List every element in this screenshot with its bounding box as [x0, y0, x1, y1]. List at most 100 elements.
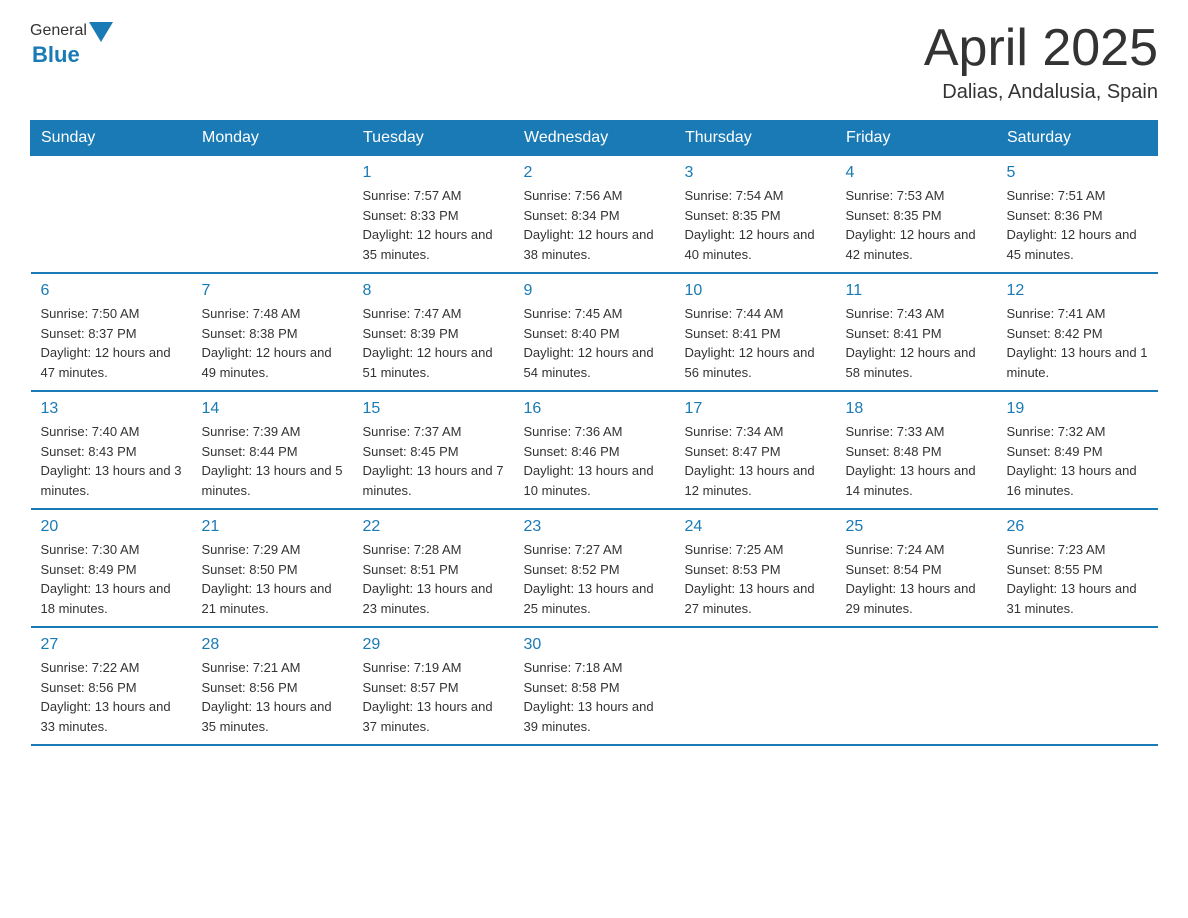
day-number: 4 [846, 164, 987, 182]
weekday-sunday: Sunday [31, 121, 192, 156]
calendar-cell: 29Sunrise: 7:19 AMSunset: 8:57 PMDayligh… [353, 627, 514, 745]
calendar-cell: 11 Sunrise: 7:43 AMSunset: 8:41 PMDayligh… [836, 273, 997, 391]
calendar-cell: 15 Sunrise: 7:37 AMSunset: 8:45 PMDayligh… [353, 391, 514, 509]
calendar-cell: 16 Sunrise: 7:36 AMSunset: 8:46 PMDayligh… [514, 391, 675, 509]
weekday-monday: Monday [192, 121, 353, 156]
day-info: Sunrise: 7:22 AMSunset: 8:56 PMDaylight:… [41, 658, 182, 736]
calendar-cell: 18Sunrise: 7:33 AMSunset: 8:48 PMDayligh… [836, 391, 997, 509]
calendar-week-row: 13 Sunrise: 7:40 AMSunset: 8:43 PMDayligh… [31, 391, 1158, 509]
calendar-cell: 14 Sunrise: 7:39 AMSunset: 8:44 PMDayligh… [192, 391, 353, 509]
calendar-cell: 30 Sunrise: 7:18 AMSunset: 8:58 PMDayligh… [514, 627, 675, 745]
calendar-cell: 27 Sunrise: 7:22 AMSunset: 8:56 PMDayligh… [31, 627, 192, 745]
day-info: Sunrise: 7:25 AMSunset: 8:53 PMDaylight:… [685, 540, 826, 618]
day-info: Sunrise: 7:18 AMSunset: 8:58 PMDaylight:… [524, 658, 665, 736]
day-info: Sunrise: 7:53 AMSunset: 8:35 PMDaylight:… [846, 186, 987, 264]
day-number: 19 [1007, 400, 1148, 418]
calendar-cell: 23Sunrise: 7:27 AMSunset: 8:52 PMDayligh… [514, 509, 675, 627]
calendar-cell: 24 Sunrise: 7:25 AMSunset: 8:53 PMDayligh… [675, 509, 836, 627]
calendar-cell: 7 Sunrise: 7:48 AMSunset: 8:38 PMDaylight… [192, 273, 353, 391]
day-info: Sunrise: 7:50 AMSunset: 8:37 PMDaylight:… [41, 304, 182, 382]
day-number: 25 [846, 518, 987, 536]
day-number: 7 [202, 282, 343, 300]
calendar-cell: 28Sunrise: 7:21 AMSunset: 8:56 PMDayligh… [192, 627, 353, 745]
day-number: 2 [524, 164, 665, 182]
day-number: 6 [41, 282, 182, 300]
day-info: Sunrise: 7:34 AMSunset: 8:47 PMDaylight:… [685, 422, 826, 500]
calendar-week-row: 20 Sunrise: 7:30 AMSunset: 8:49 PMDayligh… [31, 509, 1158, 627]
logo-arrow-icon [89, 22, 113, 42]
month-title: April 2025 [924, 20, 1158, 77]
weekday-thursday: Thursday [675, 121, 836, 156]
calendar-cell: 1Sunrise: 7:57 AMSunset: 8:33 PMDaylight… [353, 156, 514, 274]
calendar-cell: 17 Sunrise: 7:34 AMSunset: 8:47 PMDayligh… [675, 391, 836, 509]
day-info: Sunrise: 7:48 AMSunset: 8:38 PMDaylight:… [202, 304, 343, 382]
day-number: 24 [685, 518, 826, 536]
day-info: Sunrise: 7:56 AMSunset: 8:34 PMDaylight:… [524, 186, 665, 264]
day-number: 10 [685, 282, 826, 300]
calendar-cell: 19 Sunrise: 7:32 AMSunset: 8:49 PMDayligh… [997, 391, 1158, 509]
logo-general-text: General [30, 22, 87, 40]
logo: General Blue [30, 20, 113, 68]
day-info: Sunrise: 7:44 AMSunset: 8:41 PMDaylight:… [685, 304, 826, 382]
calendar-cell [997, 627, 1158, 745]
day-info: Sunrise: 7:40 AMSunset: 8:43 PMDaylight:… [41, 422, 182, 500]
calendar-week-row: 6 Sunrise: 7:50 AMSunset: 8:37 PMDaylight… [31, 273, 1158, 391]
calendar-cell: 20 Sunrise: 7:30 AMSunset: 8:49 PMDayligh… [31, 509, 192, 627]
day-number: 8 [363, 282, 504, 300]
day-number: 12 [1007, 282, 1148, 300]
calendar-cell: 6 Sunrise: 7:50 AMSunset: 8:37 PMDaylight… [31, 273, 192, 391]
day-number: 20 [41, 518, 182, 536]
calendar-cell: 9 Sunrise: 7:45 AMSunset: 8:40 PMDaylight… [514, 273, 675, 391]
calendar-cell [836, 627, 997, 745]
calendar-cell: 12Sunrise: 7:41 AMSunset: 8:42 PMDayligh… [997, 273, 1158, 391]
weekday-friday: Friday [836, 121, 997, 156]
calendar-cell: 26Sunrise: 7:23 AMSunset: 8:55 PMDayligh… [997, 509, 1158, 627]
day-info: Sunrise: 7:24 AMSunset: 8:54 PMDaylight:… [846, 540, 987, 618]
page-header: General Blue April 2025 Dalias, Andalusi… [30, 20, 1158, 104]
day-number: 14 [202, 400, 343, 418]
day-number: 13 [41, 400, 182, 418]
day-number: 30 [524, 636, 665, 654]
day-info: Sunrise: 7:32 AMSunset: 8:49 PMDaylight:… [1007, 422, 1148, 500]
calendar-cell [675, 627, 836, 745]
day-info: Sunrise: 7:45 AMSunset: 8:40 PMDaylight:… [524, 304, 665, 382]
title-area: April 2025 Dalias, Andalusia, Spain [924, 20, 1158, 104]
calendar-cell: 25 Sunrise: 7:24 AMSunset: 8:54 PMDayligh… [836, 509, 997, 627]
day-info: Sunrise: 7:51 AMSunset: 8:36 PMDaylight:… [1007, 186, 1148, 264]
day-number: 28 [202, 636, 343, 654]
calendar-cell: 22Sunrise: 7:28 AMSunset: 8:51 PMDayligh… [353, 509, 514, 627]
day-number: 23 [524, 518, 665, 536]
calendar-cell: 2 Sunrise: 7:56 AMSunset: 8:34 PMDaylight… [514, 156, 675, 274]
day-info: Sunrise: 7:43 AMSunset: 8:41 PMDaylight:… [846, 304, 987, 382]
day-info: Sunrise: 7:36 AMSunset: 8:46 PMDaylight:… [524, 422, 665, 500]
logo-blue-text: Blue [32, 42, 80, 68]
day-number: 22 [363, 518, 504, 536]
day-info: Sunrise: 7:37 AMSunset: 8:45 PMDaylight:… [363, 422, 504, 500]
day-number: 9 [524, 282, 665, 300]
day-number: 3 [685, 164, 826, 182]
calendar-cell [31, 156, 192, 274]
day-number: 27 [41, 636, 182, 654]
calendar-cell: 8Sunrise: 7:47 AMSunset: 8:39 PMDaylight… [353, 273, 514, 391]
calendar-cell: 4 Sunrise: 7:53 AMSunset: 8:35 PMDaylight… [836, 156, 997, 274]
calendar-week-row: 1Sunrise: 7:57 AMSunset: 8:33 PMDaylight… [31, 156, 1158, 274]
calendar-cell: 21Sunrise: 7:29 AMSunset: 8:50 PMDayligh… [192, 509, 353, 627]
day-info: Sunrise: 7:39 AMSunset: 8:44 PMDaylight:… [202, 422, 343, 500]
calendar-cell: 3 Sunrise: 7:54 AMSunset: 8:35 PMDaylight… [675, 156, 836, 274]
day-number: 21 [202, 518, 343, 536]
calendar-table: SundayMondayTuesdayWednesdayThursdayFrid… [30, 120, 1158, 746]
day-info: Sunrise: 7:23 AMSunset: 8:55 PMDaylight:… [1007, 540, 1148, 618]
day-info: Sunrise: 7:57 AMSunset: 8:33 PMDaylight:… [363, 186, 504, 264]
calendar-cell: 10 Sunrise: 7:44 AMSunset: 8:41 PMDayligh… [675, 273, 836, 391]
day-number: 16 [524, 400, 665, 418]
weekday-wednesday: Wednesday [514, 121, 675, 156]
weekday-tuesday: Tuesday [353, 121, 514, 156]
calendar-cell [192, 156, 353, 274]
day-number: 17 [685, 400, 826, 418]
day-info: Sunrise: 7:54 AMSunset: 8:35 PMDaylight:… [685, 186, 826, 264]
day-number: 11 [846, 282, 987, 300]
calendar-cell: 5Sunrise: 7:51 AMSunset: 8:36 PMDaylight… [997, 156, 1158, 274]
day-number: 15 [363, 400, 504, 418]
day-number: 18 [846, 400, 987, 418]
day-info: Sunrise: 7:30 AMSunset: 8:49 PMDaylight:… [41, 540, 182, 618]
